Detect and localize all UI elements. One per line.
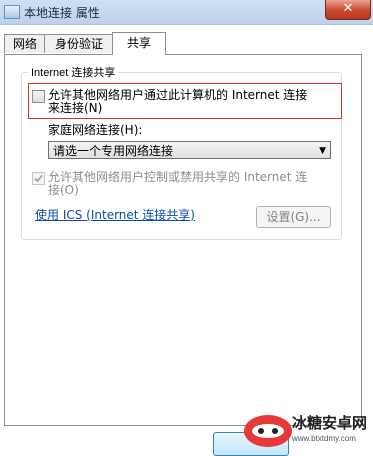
- dropdown-arrow-icon: ▼: [319, 146, 326, 156]
- watermark-text: 冰糖安卓网: [292, 414, 368, 432]
- close-button[interactable]: ✕: [325, 0, 371, 20]
- tab-sharing[interactable]: 共享: [112, 32, 166, 55]
- tab-authentication[interactable]: 身份验证: [44, 34, 114, 53]
- home-network-label: 家庭网络连接(H):: [48, 123, 143, 137]
- allow-control-label-line1: 允许其他网络用户控制或禁用共享的 Internet 连: [48, 170, 308, 184]
- ics-help-link[interactable]: 使用 ICS (Internet 连接共享): [35, 206, 195, 223]
- tab-strip: 网络 身份验证 共享: [0, 32, 373, 55]
- allow-share-label-line2[interactable]: 来连接(N): [48, 102, 102, 115]
- tab-network[interactable]: 网络: [4, 34, 46, 53]
- watermark-url: www.btxtdmy.com: [292, 434, 356, 443]
- settings-button[interactable]: 设置(G)...: [256, 206, 331, 228]
- allow-control-label-line2: 接(O): [48, 183, 79, 197]
- home-network-select[interactable]: 请选一个专用网络连接 ▼: [48, 141, 331, 159]
- group-caption: Internet 连接共享: [28, 64, 119, 80]
- checkmark-icon: [34, 174, 43, 183]
- allow-share-checkbox[interactable]: [32, 90, 45, 103]
- window-title: 本地连接 属性: [24, 6, 100, 20]
- network-connection-icon: [4, 5, 20, 19]
- home-network-select-value: 请选一个专用网络连接: [53, 144, 174, 158]
- title-bar: 本地连接 属性 ✕: [0, 0, 373, 25]
- allow-control-checkbox[interactable]: [32, 172, 45, 185]
